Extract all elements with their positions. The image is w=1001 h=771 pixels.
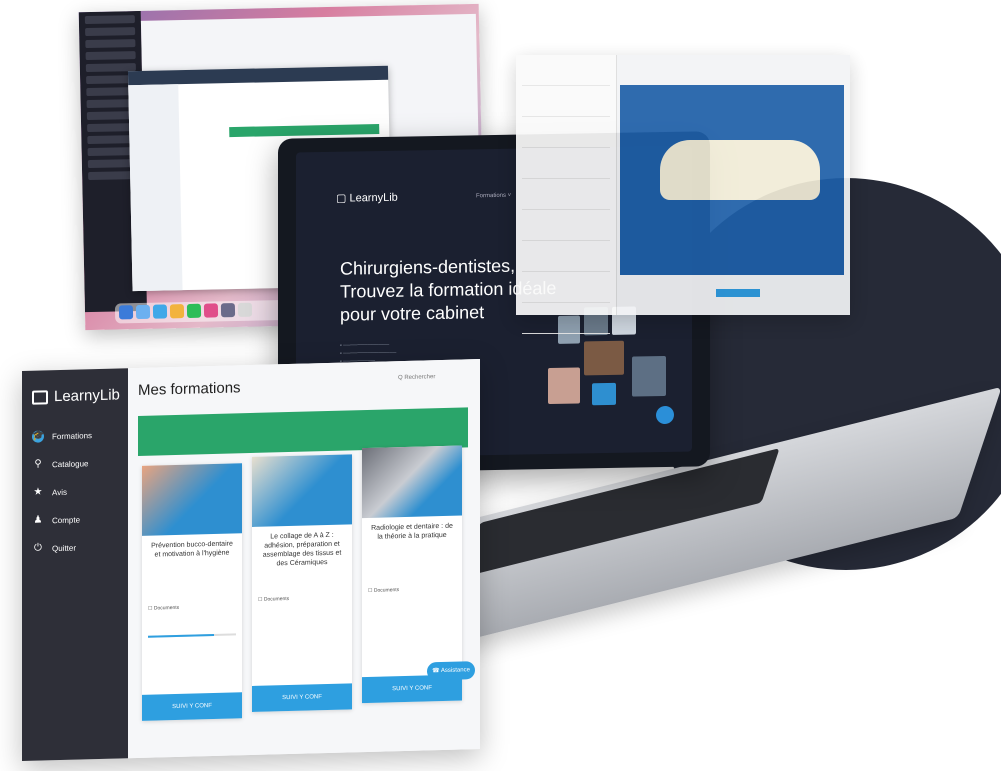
page-title: Mes formations xyxy=(138,379,241,399)
sidebar-item-label: Formations xyxy=(52,430,93,441)
course-cta-button[interactable]: SUIVI Y CONF xyxy=(142,692,242,721)
course-thumbnail xyxy=(142,463,242,536)
sidebar-item-label: Catalogue xyxy=(52,458,89,469)
sidebar-item-quitter[interactable]: ⏻ Quitter xyxy=(32,542,76,555)
course-title: Radiologie et dentaire : de la théorie à… xyxy=(371,522,453,541)
course-cta-button[interactable]: SUIVI Y CONF xyxy=(252,683,352,712)
assistance-button[interactable]: ☎ Assistance xyxy=(427,661,475,681)
course-documents[interactable]: ☐ Documents xyxy=(258,596,289,603)
user-icon: ♟ xyxy=(33,514,43,526)
photo-tile xyxy=(632,355,666,397)
sidebar-item-compte[interactable]: ♟ Compte xyxy=(32,513,81,526)
app-brand: LearnyLib xyxy=(32,386,120,405)
sidebar-item-label: Quitter xyxy=(52,543,77,553)
course-card[interactable]: Le collage de A à Z : adhésion, préparat… xyxy=(252,454,352,712)
sidebar-item-label: Compte xyxy=(52,514,81,525)
course-progress-fill xyxy=(148,633,214,638)
course-title: Le collage de A à Z : adhésion, préparat… xyxy=(262,531,342,568)
app-brand-text: LearnyLib xyxy=(54,386,120,406)
learnylib-app-window: LearnyLib 🎓 Formations ⚲ Catalogue ★ Avis ♟… xyxy=(22,359,480,761)
photo-tile xyxy=(592,382,616,406)
window-nav xyxy=(128,84,183,292)
photo-tile xyxy=(548,367,580,405)
headline-line-1: Chirurgiens-dentistes, xyxy=(340,255,516,279)
course-title: Prévention bucco-dentaire et motivation … xyxy=(151,540,233,559)
video-window xyxy=(516,55,850,334)
chat-button[interactable] xyxy=(656,405,674,425)
video-player[interactable] xyxy=(620,85,844,275)
course-documents[interactable]: ☐ Documents xyxy=(148,605,179,612)
search-icon: ⚲ xyxy=(34,458,42,470)
photo-tile xyxy=(584,340,624,376)
power-icon: ⏻ xyxy=(34,542,42,554)
window-green-bar xyxy=(229,123,380,138)
app-sidebar: LearnyLib 🎓 Formations ⚲ Catalogue ★ Avis ♟… xyxy=(22,368,128,761)
graduation-icon: 🎓 xyxy=(32,430,45,443)
video-frame xyxy=(660,140,820,200)
laptop-logo-text: LearnyLib xyxy=(349,191,398,205)
sidebar-item-avis[interactable]: ★ Avis xyxy=(32,486,67,499)
course-thumbnail xyxy=(362,445,462,519)
sidebar-item-label: Avis xyxy=(52,487,67,497)
course-documents[interactable]: ☐ Documents xyxy=(368,587,399,594)
logo-icon xyxy=(32,390,48,405)
chapter-list xyxy=(516,55,617,334)
sidebar-item-formations[interactable]: 🎓 Formations xyxy=(32,429,92,443)
sidebar-item-catalogue[interactable]: ⚲ Catalogue xyxy=(32,457,88,470)
video-next-button[interactable] xyxy=(716,289,760,297)
search-link[interactable]: Q Rechercher xyxy=(398,374,435,381)
course-thumbnail xyxy=(252,454,352,527)
course-progress xyxy=(148,633,236,638)
laptop-menu[interactable]: Formations ˅ xyxy=(476,193,511,200)
course-card[interactable]: Prévention bucco-dentaire et motivation … xyxy=(142,463,242,721)
app-main: Mes formations Q Rechercher Prévention b… xyxy=(128,359,480,759)
headline-line-3: pour votre cabinet xyxy=(340,302,485,325)
laptop-logo: ▢ LearnyLib xyxy=(336,191,398,205)
star-icon: ★ xyxy=(33,486,43,498)
